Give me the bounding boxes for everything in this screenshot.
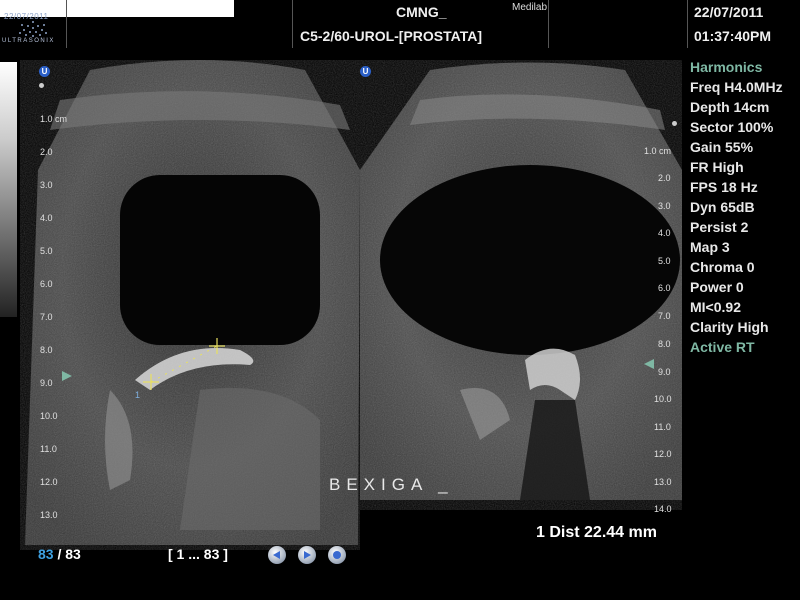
caliper-label: 1 — [135, 390, 141, 400]
cine-total-frames: 83 — [65, 546, 81, 562]
distance-measurement: 1 Dist 22.44 mm — [536, 524, 657, 541]
depth-label: 1.0 cm — [644, 146, 672, 156]
right-ultrasound-image[interactable] — [360, 60, 682, 510]
param-power[interactable]: Power 0 — [690, 277, 798, 297]
depth-label: 10.0 — [40, 411, 58, 421]
param-frame-rate[interactable]: FR High — [690, 157, 798, 177]
cine-current-frame: 83 — [38, 546, 54, 562]
play-icon — [304, 551, 311, 559]
param-map[interactable]: Map 3 — [690, 237, 798, 257]
depth-label: 7.0 — [40, 312, 53, 322]
cine-play-button[interactable] — [298, 546, 316, 564]
site-name: Medilab — [512, 2, 548, 13]
param-gain[interactable]: Gain 55% — [690, 137, 798, 157]
depth-label: 11.0 — [40, 444, 57, 454]
param-mechanical-index: MI<0.92 — [690, 299, 741, 315]
logo-wordmark: ULTRASONIX — [2, 38, 55, 44]
cine-prev-button[interactable] — [268, 546, 286, 564]
depth-label: 8.0 — [658, 339, 671, 349]
depth-label: 6.0 — [40, 279, 53, 289]
depth-label: 6.0 — [658, 283, 671, 293]
header-divider — [66, 0, 67, 48]
param-active-rt[interactable]: Active RT — [690, 337, 798, 357]
depth-label: 10.0 — [654, 394, 672, 404]
cine-frame-counter: 83 / 83 — [38, 546, 81, 562]
depth-label: 5.0 — [658, 256, 671, 266]
probe-orientation-icon: U — [360, 66, 371, 77]
depth-label: 5.0 — [40, 246, 53, 256]
depth-label: 9.0 — [40, 378, 53, 388]
depth-label: 12.0 — [654, 449, 672, 459]
left-ultrasound-image[interactable] — [20, 60, 360, 550]
depth-label: 4.0 — [40, 213, 53, 223]
depth-label: 1.0 cm — [40, 114, 68, 124]
header-divider — [548, 0, 549, 48]
patient-name: CMNG_ — [396, 4, 447, 20]
header-divider — [292, 0, 293, 48]
focal-zone-arrow-icon[interactable] — [62, 371, 72, 381]
param-depth[interactable]: Depth 14cm — [690, 97, 798, 117]
param-chroma[interactable]: Chroma 0 — [690, 257, 798, 277]
param-fps: FPS 18 Hz — [690, 179, 758, 195]
param-clarity[interactable]: Clarity High — [690, 317, 798, 337]
bladder-region — [380, 165, 680, 355]
depth-label: 11.0 — [654, 422, 671, 432]
depth-label: 13.0 — [654, 477, 672, 487]
probe-orientation-icon: U — [39, 66, 50, 77]
param-persistence[interactable]: Persist 2 — [690, 217, 798, 237]
exam-preset: C5-2/60-UROL-[PROSTATA] — [300, 28, 482, 44]
depth-label: 3.0 — [658, 201, 671, 211]
depth-label: 9.0 — [658, 367, 671, 377]
depth-label: 2.0 — [40, 147, 53, 157]
focal-zone-arrow-icon[interactable] — [644, 359, 654, 369]
logo-date: 22/07/2011 — [4, 12, 49, 21]
bladder-region — [120, 175, 320, 345]
depth-label: 12.0 — [40, 477, 58, 487]
depth-label: 14.0 — [654, 504, 672, 514]
focus-marker-icon — [672, 121, 677, 126]
play-reverse-icon — [273, 551, 280, 559]
stop-icon — [333, 551, 341, 559]
param-harmonics[interactable]: Harmonics — [690, 57, 798, 77]
param-dynamic-range[interactable]: Dyn 65dB — [690, 197, 798, 217]
focus-marker-icon — [39, 83, 44, 88]
depth-label: 13.0 — [40, 510, 58, 520]
grayscale-bar — [0, 62, 17, 317]
image-annotation[interactable]: BEXIGA _ — [329, 475, 454, 495]
param-frequency[interactable]: Freq H4.0MHz — [690, 77, 798, 97]
cine-stop-button[interactable] — [328, 546, 346, 564]
exam-time: 01:37:40PM — [694, 28, 772, 44]
depth-label: 8.0 — [40, 345, 53, 355]
imaging-parameters-panel: Harmonics Freq H4.0MHz Depth 14cm Sector… — [690, 57, 798, 357]
depth-label: 3.0 — [40, 180, 53, 190]
param-sector[interactable]: Sector 100% — [690, 117, 798, 137]
depth-label: 7.0 — [658, 311, 671, 321]
cine-separator: / — [53, 546, 66, 562]
header-divider — [687, 0, 688, 48]
depth-label: 4.0 — [658, 228, 671, 238]
depth-label: 2.0 — [658, 173, 671, 183]
cine-range[interactable]: [ 1 ... 83 ] — [168, 546, 228, 562]
exam-date: 22/07/2011 — [694, 4, 764, 20]
